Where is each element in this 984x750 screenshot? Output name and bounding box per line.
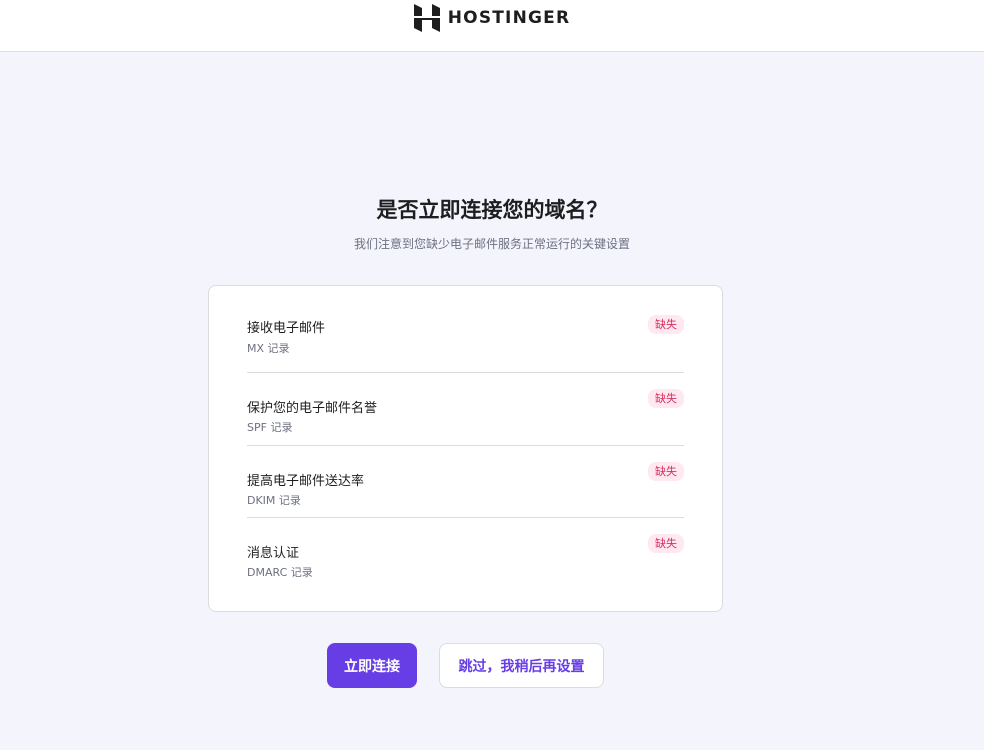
record-title: 保护您的电子邮件名誉: [247, 401, 378, 416]
hostinger-logo-icon: [413, 3, 440, 32]
record-type: SPF 记录: [247, 421, 293, 434]
record-type: MX 记录: [247, 342, 290, 355]
connect-now-button[interactable]: 立即连接: [327, 643, 417, 688]
top-bar: HOSTINGER: [0, 0, 984, 52]
missing-status-badge: 缺失: [648, 315, 684, 334]
missing-records-card: 接收电子邮件 MX 记录 缺失 保护您的电子邮件名誉 SPF 记录 缺失 提高电…: [208, 285, 723, 612]
record-type: DMARC 记录: [247, 566, 313, 579]
record-row-spf: 保护您的电子邮件名誉 SPF 记录 缺失: [247, 373, 684, 446]
record-title: 提高电子邮件送达率: [247, 473, 365, 489]
hostinger-logo[interactable]: HOSTINGER: [413, 3, 571, 32]
main-content: 是否立即连接您的域名？ 我们注意到您缺少电子邮件服务正常运行的关键设置 接收电子…: [0, 52, 984, 750]
skip-later-button[interactable]: 跳过，我稍后再设置: [439, 643, 604, 688]
record-title: 接收电子邮件: [247, 321, 326, 336]
missing-status-badge: 缺失: [648, 534, 684, 553]
brand-name: HOSTINGER: [447, 7, 571, 28]
missing-status-badge: 缺失: [648, 461, 684, 481]
record-title: 消息认证: [247, 546, 300, 561]
record-row-mx: 接收电子邮件 MX 记录 缺失: [247, 286, 684, 373]
missing-status-badge: 缺失: [648, 389, 684, 408]
record-row-dmarc: 消息认证 DMARC 记录 缺失: [247, 518, 684, 591]
record-type: DKIM 记录: [247, 493, 301, 507]
record-row-dkim: 提高电子邮件送达率 DKIM 记录 缺失: [247, 446, 684, 518]
page-title: 是否立即连接您的域名？: [376, 198, 608, 222]
page-subtitle: 我们注意到您缺少电子邮件服务正常运行的关键设置: [353, 237, 630, 251]
